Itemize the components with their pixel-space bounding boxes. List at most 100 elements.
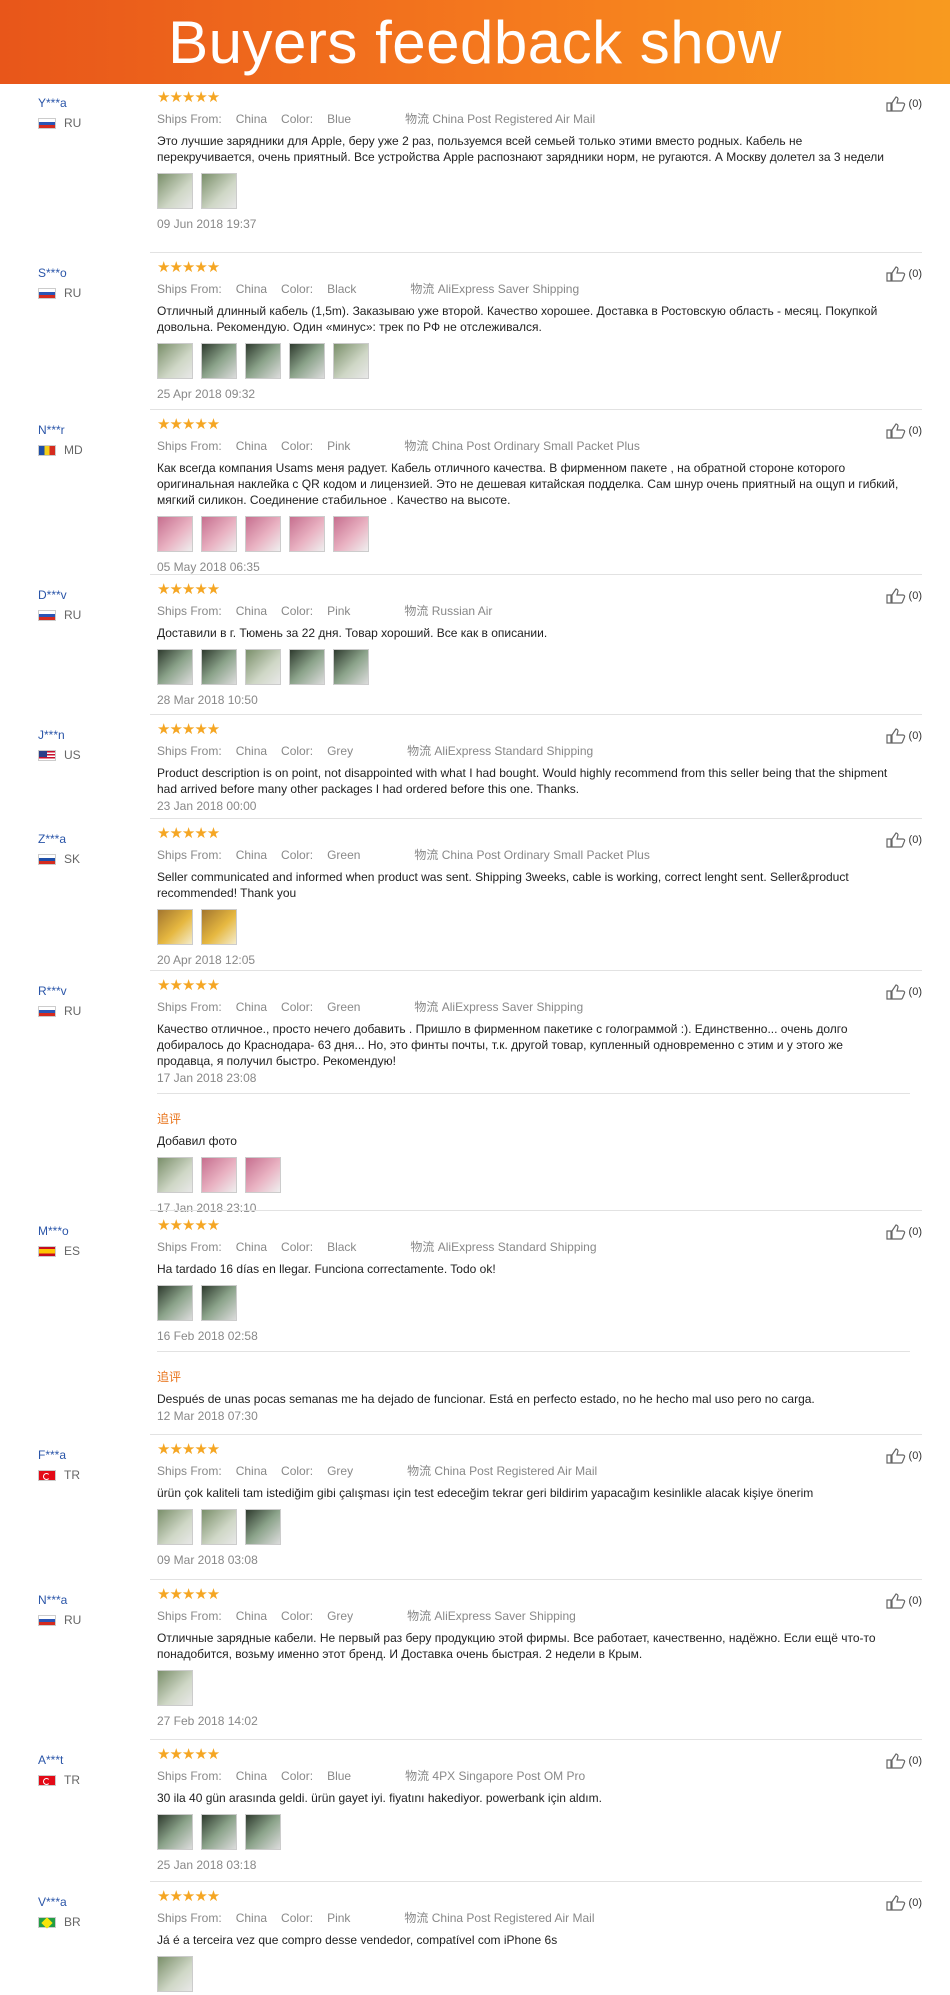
review-photo[interactable] [157,1670,193,1706]
review-text: ürün çok kaliteli tam istediğim gibi çal… [157,1486,814,1500]
review-photo[interactable] [157,1509,193,1545]
shipping-method: 物流 China Post Ordinary Small Packet Plus [404,439,640,453]
review-date: 25 Apr 2018 09:32 [157,387,256,401]
helpful-button[interactable]: (0) [885,1753,922,1769]
review-photo[interactable] [201,649,237,685]
country-code: RU [64,1613,82,1627]
country-code: RU [64,608,82,622]
review-photo[interactable] [245,1509,281,1545]
reviewer-name[interactable]: J***n [38,728,81,742]
helpful-button[interactable]: (0) [885,1593,922,1609]
star-rating: ★★★★★ [157,977,220,994]
review-photo[interactable] [333,516,369,552]
review-photo[interactable] [201,1285,237,1321]
review-photo[interactable] [201,1157,237,1193]
review-photo[interactable] [245,1157,281,1193]
color-label: Color: [281,1464,314,1478]
color-value: Grey [327,1609,354,1623]
reviewer: J***n US [38,728,81,762]
review-photo[interactable] [201,173,237,209]
reviewer-name[interactable]: N***a [38,1593,81,1607]
review-photo[interactable] [201,1814,237,1850]
review-photo[interactable] [201,1509,237,1545]
shipping-method: 物流 China Post Registered Air Mail [405,112,596,126]
flag-icon [38,444,56,456]
helpful-button[interactable]: (0) [885,1448,922,1464]
ships-from-value: China [235,1609,268,1623]
review-photo[interactable] [289,649,325,685]
divider [150,574,922,575]
reviewer-name[interactable]: Y***a [38,96,81,110]
review-photo[interactable] [333,343,369,379]
review-body: ★★★★★ Ships From: China Color: Pink 物流 Russi… [157,582,910,707]
review-photo[interactable] [157,909,193,945]
helpful-button[interactable]: (0) [885,266,922,282]
country-code: MD [64,443,83,457]
review-item: S***o RU ★★★★★ Ships From: China Color: Bla… [0,254,950,411]
helpful-button[interactable]: (0) [885,96,922,112]
review-photo[interactable] [201,909,237,945]
helpful-count: (0) [908,268,922,280]
helpful-button[interactable]: (0) [885,1224,922,1240]
review-photo[interactable] [157,1157,193,1193]
helpful-count: (0) [908,425,922,437]
review-photo[interactable] [245,343,281,379]
review-photo[interactable] [289,343,325,379]
review-text: Доставили в г. Тюмень за 22 дня. Товар х… [157,626,548,640]
ships-from-value: China [235,282,268,296]
review-photo[interactable] [157,1956,193,1992]
shipping-method: 物流 China Post Registered Air Mail [407,1464,598,1478]
reviewer-name[interactable]: M***o [38,1224,80,1238]
reviewer-country: RU [38,116,81,130]
thumbs-up-icon [885,96,906,112]
followup-label: 追评 [157,1112,182,1126]
helpful-button[interactable]: (0) [885,728,922,744]
reviewer: Z***a SK [38,832,80,866]
review-photo[interactable] [245,516,281,552]
reviewer-name[interactable]: D***v [38,588,81,602]
review-photo[interactable] [201,516,237,552]
helpful-count: (0) [908,98,922,110]
star-rating: ★★★★★ [157,1441,220,1458]
reviewer-name[interactable]: F***a [38,1448,80,1462]
helpful-button[interactable]: (0) [885,423,922,439]
reviewer-country: RU [38,608,81,622]
review-photo[interactable] [157,173,193,209]
reviewer-name[interactable]: N***r [38,423,83,437]
reviewer-name[interactable]: R***v [38,984,81,998]
review-photo[interactable] [201,343,237,379]
review-body: ★★★★★ Ships From: China Color: Pink 物流 China… [157,1889,910,1992]
divider [150,252,922,253]
reviewer-name[interactable]: A***t [38,1753,80,1767]
divider [157,1351,910,1352]
thumbs-up-icon [885,728,906,744]
reviewer-name[interactable]: Z***a [38,832,80,846]
review-photo[interactable] [157,649,193,685]
helpful-button[interactable]: (0) [885,588,922,604]
reviewer-name[interactable]: V***a [38,1895,81,1909]
review-photo[interactable] [289,516,325,552]
review-date: 23 Jan 2018 00:00 [157,799,257,813]
thumbs-up-icon [885,1593,906,1609]
reviewer-name[interactable]: S***o [38,266,81,280]
ships-from-label: Ships From: [157,1609,222,1623]
divider [150,818,922,819]
review-photo[interactable] [245,1814,281,1850]
review-photo[interactable] [245,649,281,685]
review-photos [157,1285,910,1321]
shipping-method: 物流 AliExpress Saver Shipping [410,282,580,296]
helpful-button[interactable]: (0) [885,832,922,848]
review-date: 05 May 2018 06:35 [157,560,260,574]
review-text: Отличный длинный кабель (1,5m). Заказыва… [157,304,878,334]
flag-icon [38,1774,56,1786]
star-rating: ★★★★★ [157,581,220,598]
helpful-button[interactable]: (0) [885,984,922,1000]
review-item: V***a BR ★★★★★ Ships From: China Color: Pin… [0,1883,950,1995]
review-photo[interactable] [157,343,193,379]
flag-icon [38,1614,56,1626]
review-photo[interactable] [333,649,369,685]
review-photo[interactable] [157,1285,193,1321]
review-photo[interactable] [157,516,193,552]
helpful-button[interactable]: (0) [885,1895,922,1911]
review-photo[interactable] [157,1814,193,1850]
